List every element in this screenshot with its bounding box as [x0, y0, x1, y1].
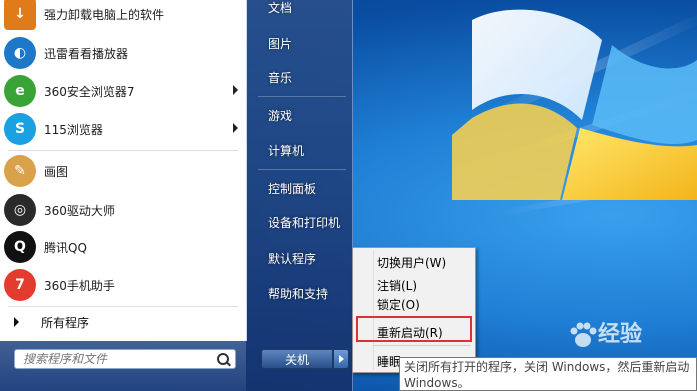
xunlei-player-icon: ◐ [4, 37, 36, 69]
program-label: 腾讯QQ [44, 240, 87, 255]
menu-item-lock[interactable]: 锁定(O) [377, 296, 420, 313]
divider [8, 150, 238, 151]
right-link-music[interactable]: 音乐 [268, 69, 292, 86]
right-link-documents[interactable]: 文档 [268, 0, 292, 16]
watermark-text: 经验 [598, 322, 643, 347]
program-label: 360安全浏览器7 [44, 84, 135, 99]
browser-360-icon: e [4, 75, 36, 107]
qq-penguin-icon: Q [4, 231, 36, 263]
right-link-devices-printers[interactable]: 设备和打印机 [268, 214, 340, 231]
submenu-arrow-icon[interactable] [233, 123, 238, 133]
search-input[interactable] [15, 350, 213, 368]
start-menu: ↓ 强力卸载电脑上的软件 ◐ 迅雷看看播放器 e 360安全浏览器7 S 115… [0, 0, 353, 391]
program-item[interactable]: ◐ 迅雷看看播放器 [4, 35, 242, 71]
paint-palette-icon: ✎ [4, 155, 36, 187]
restart-highlight-box [356, 316, 472, 342]
program-item[interactable]: ✎ 画图 [4, 153, 242, 189]
menu-item-log-off[interactable]: 注销(L) [377, 277, 417, 294]
all-programs-label: 所有程序 [41, 315, 90, 330]
program-label: 360手机助手 [44, 278, 115, 293]
restart-tooltip: 关闭所有打开的程序，关闭 Windows，然后重新启动 Windows。 [399, 357, 697, 391]
program-label: 迅雷看看播放器 [44, 46, 129, 61]
menu-gutter [373, 250, 374, 370]
divider [258, 169, 346, 170]
tooltip-line-1: 关闭所有打开的程序，关闭 Windows，然后重新启动 [404, 360, 690, 374]
menu-item-sleep[interactable]: 睡眠 [377, 353, 401, 370]
right-link-computer[interactable]: 计算机 [268, 142, 304, 159]
program-label: 115浏览器 [44, 122, 103, 137]
divider [373, 345, 471, 346]
power-options-menu: 切换用户(W) 注销(L) 锁定(O) 重新启动(R) 睡眠 [352, 247, 476, 373]
search-icon[interactable] [217, 353, 229, 365]
program-label: 画图 [44, 164, 69, 179]
shutdown-options-arrow[interactable] [333, 349, 349, 369]
browser-115-icon: S [4, 113, 36, 145]
program-item[interactable]: S 115浏览器 [4, 111, 242, 147]
right-link-pictures[interactable]: 图片 [268, 35, 292, 52]
baidu-watermark: 经验 [568, 316, 642, 349]
shutdown-label: 关机 [284, 352, 309, 367]
paw-logo-icon [570, 322, 597, 347]
start-menu-left-pane: ↓ 强力卸载电脑上的软件 ◐ 迅雷看看播放器 e 360安全浏览器7 S 115… [0, 0, 247, 341]
program-item[interactable]: ◎ 360驱动大师 [4, 192, 242, 228]
all-programs-button[interactable]: 所有程序 [4, 310, 242, 334]
program-label: 强力卸载电脑上的软件 [44, 7, 165, 22]
program-item[interactable]: e 360安全浏览器7 [4, 73, 242, 109]
search-area [0, 341, 246, 391]
program-item[interactable]: ↓ 强力卸载电脑上的软件 [4, 0, 242, 32]
submenu-arrow-icon[interactable] [233, 85, 238, 95]
program-item[interactable]: 7 360手机助手 [4, 267, 242, 303]
right-link-control-panel[interactable]: 控制面板 [268, 180, 316, 197]
right-link-default-programs[interactable]: 默认程序 [268, 250, 316, 267]
search-box[interactable] [14, 349, 236, 369]
shutdown-button[interactable]: 关机 [261, 349, 333, 369]
divider [8, 306, 238, 307]
right-link-games[interactable]: 游戏 [268, 107, 292, 124]
menu-item-switch-user[interactable]: 切换用户(W) [377, 254, 446, 271]
tooltip-line-2: Windows。 [404, 376, 470, 390]
program-label: 360驱动大师 [44, 203, 115, 218]
driver-master-icon: ◎ [4, 194, 36, 226]
arrow-right-icon [14, 317, 19, 327]
uninstall-box-icon: ↓ [4, 0, 36, 30]
right-link-help-support[interactable]: 帮助和支持 [268, 285, 328, 302]
divider [258, 96, 346, 97]
phone-assistant-icon: 7 [4, 269, 36, 301]
program-item[interactable]: Q 腾讯QQ [4, 229, 242, 265]
windows-logo [452, 9, 697, 200]
